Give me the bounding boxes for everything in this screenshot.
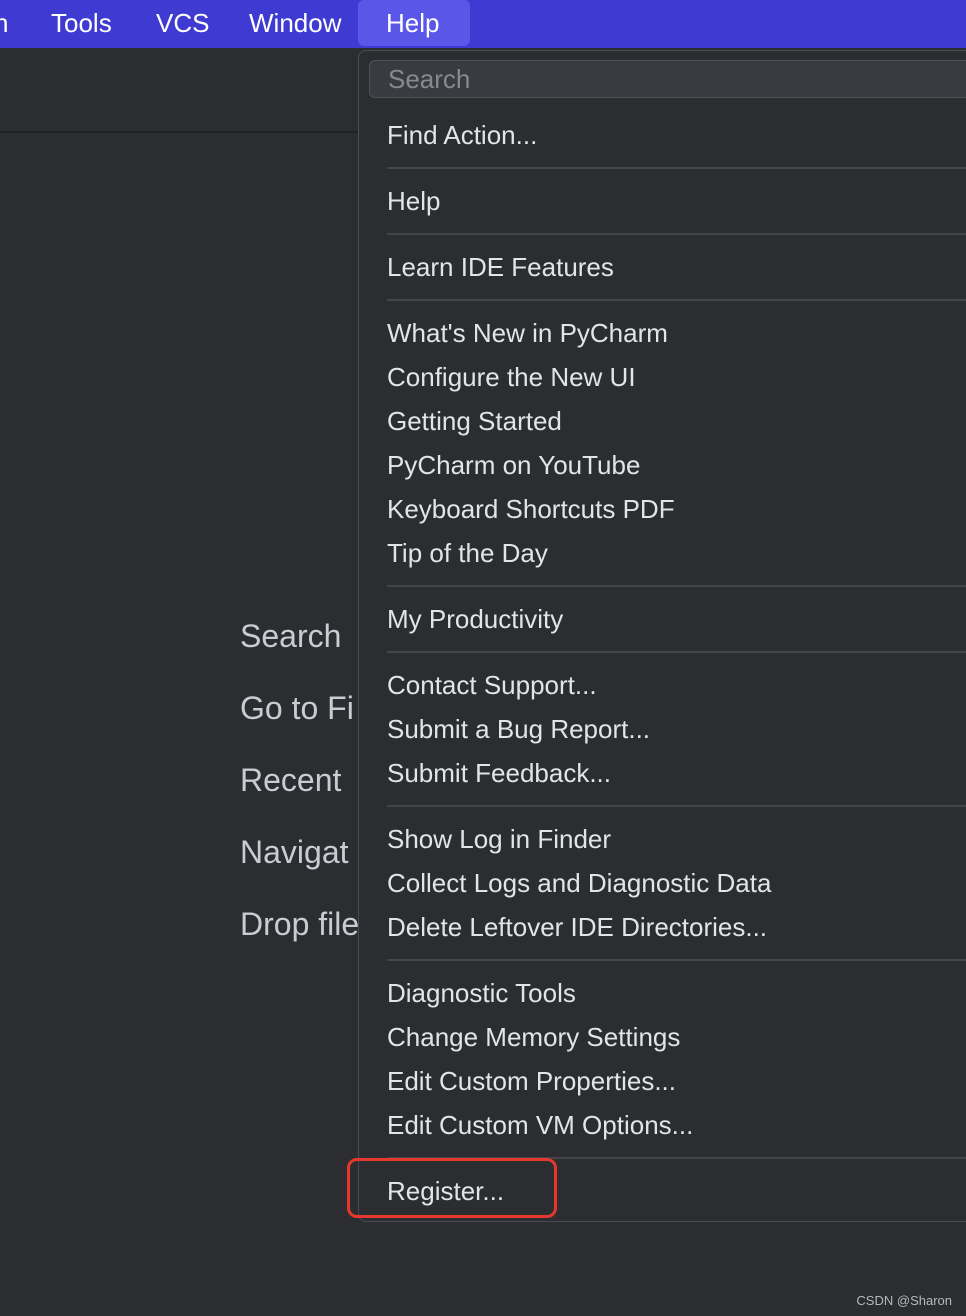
menu-separator — [387, 233, 966, 235]
menu-item-submit-bug-report[interactable]: Submit a Bug Report... — [387, 709, 650, 749]
menu-separator — [387, 167, 966, 169]
menu-item-collect-logs[interactable]: Collect Logs and Diagnostic Data — [387, 863, 771, 903]
editor-toolbar — [0, 48, 362, 133]
welcome-search-everywhere: Search — [240, 618, 362, 655]
menu-item-submit-feedback[interactable]: Submit Feedback... — [387, 753, 611, 793]
menu-item-edit-custom-properties[interactable]: Edit Custom Properties... — [387, 1061, 676, 1101]
menu-item-keyboard-shortcuts-pdf[interactable]: Keyboard Shortcuts PDF — [387, 489, 675, 529]
menu-item-help[interactable]: Help — [387, 181, 440, 221]
menu-item-getting-started[interactable]: Getting Started — [387, 401, 562, 441]
menubar-item-vcs[interactable]: VCS — [156, 0, 209, 48]
menu-separator — [387, 805, 966, 807]
menu-item-pycharm-youtube[interactable]: PyCharm on YouTube — [387, 445, 640, 485]
menu-separator — [387, 959, 966, 961]
menu-item-find-action[interactable]: Find Action... — [387, 115, 537, 155]
menu-item-learn-ide-features[interactable]: Learn IDE Features — [387, 247, 614, 287]
welcome-go-to-file: Go to Fi — [240, 690, 362, 727]
menu-item-contact-support[interactable]: Contact Support... — [387, 665, 597, 705]
welcome-navigation-bar: Navigat — [240, 834, 362, 871]
menu-item-edit-custom-vm-options[interactable]: Edit Custom VM Options... — [387, 1105, 693, 1145]
menu-item-change-memory-settings[interactable]: Change Memory Settings — [387, 1017, 680, 1057]
register-highlight-annotation — [347, 1158, 557, 1218]
watermark: CSDN @Sharon — [856, 1293, 952, 1308]
menu-item-configure-new-ui[interactable]: Configure the New UI — [387, 357, 636, 397]
menu-separator — [387, 585, 966, 587]
menu-separator — [387, 299, 966, 301]
menu-item-whats-new[interactable]: What's New in PyCharm — [387, 313, 668, 353]
menu-separator — [387, 651, 966, 653]
menu-item-diagnostic-tools[interactable]: Diagnostic Tools — [387, 973, 576, 1013]
menu-item-show-log-in-finder[interactable]: Show Log in Finder — [387, 819, 611, 859]
menubar-item-run[interactable]: n — [0, 0, 14, 48]
menubar-item-window[interactable]: Window — [249, 0, 341, 48]
help-search-box[interactable] — [369, 60, 966, 98]
menubar-item-tools[interactable]: Tools — [51, 0, 112, 48]
welcome-drop-files: Drop file — [240, 906, 362, 943]
menu-item-delete-leftover-dirs[interactable]: Delete Leftover IDE Directories... — [387, 907, 767, 947]
menu-bar: n Tools VCS Window Help — [0, 0, 966, 48]
welcome-recent-files: Recent — [240, 762, 362, 799]
help-menu-popup: Find Action... Help Learn IDE Features W… — [358, 50, 966, 1222]
menubar-item-help[interactable]: Help — [358, 0, 470, 46]
menu-item-tip-of-the-day[interactable]: Tip of the Day — [387, 533, 548, 573]
help-search-input[interactable] — [388, 61, 948, 97]
menu-item-my-productivity[interactable]: My Productivity — [387, 599, 563, 639]
